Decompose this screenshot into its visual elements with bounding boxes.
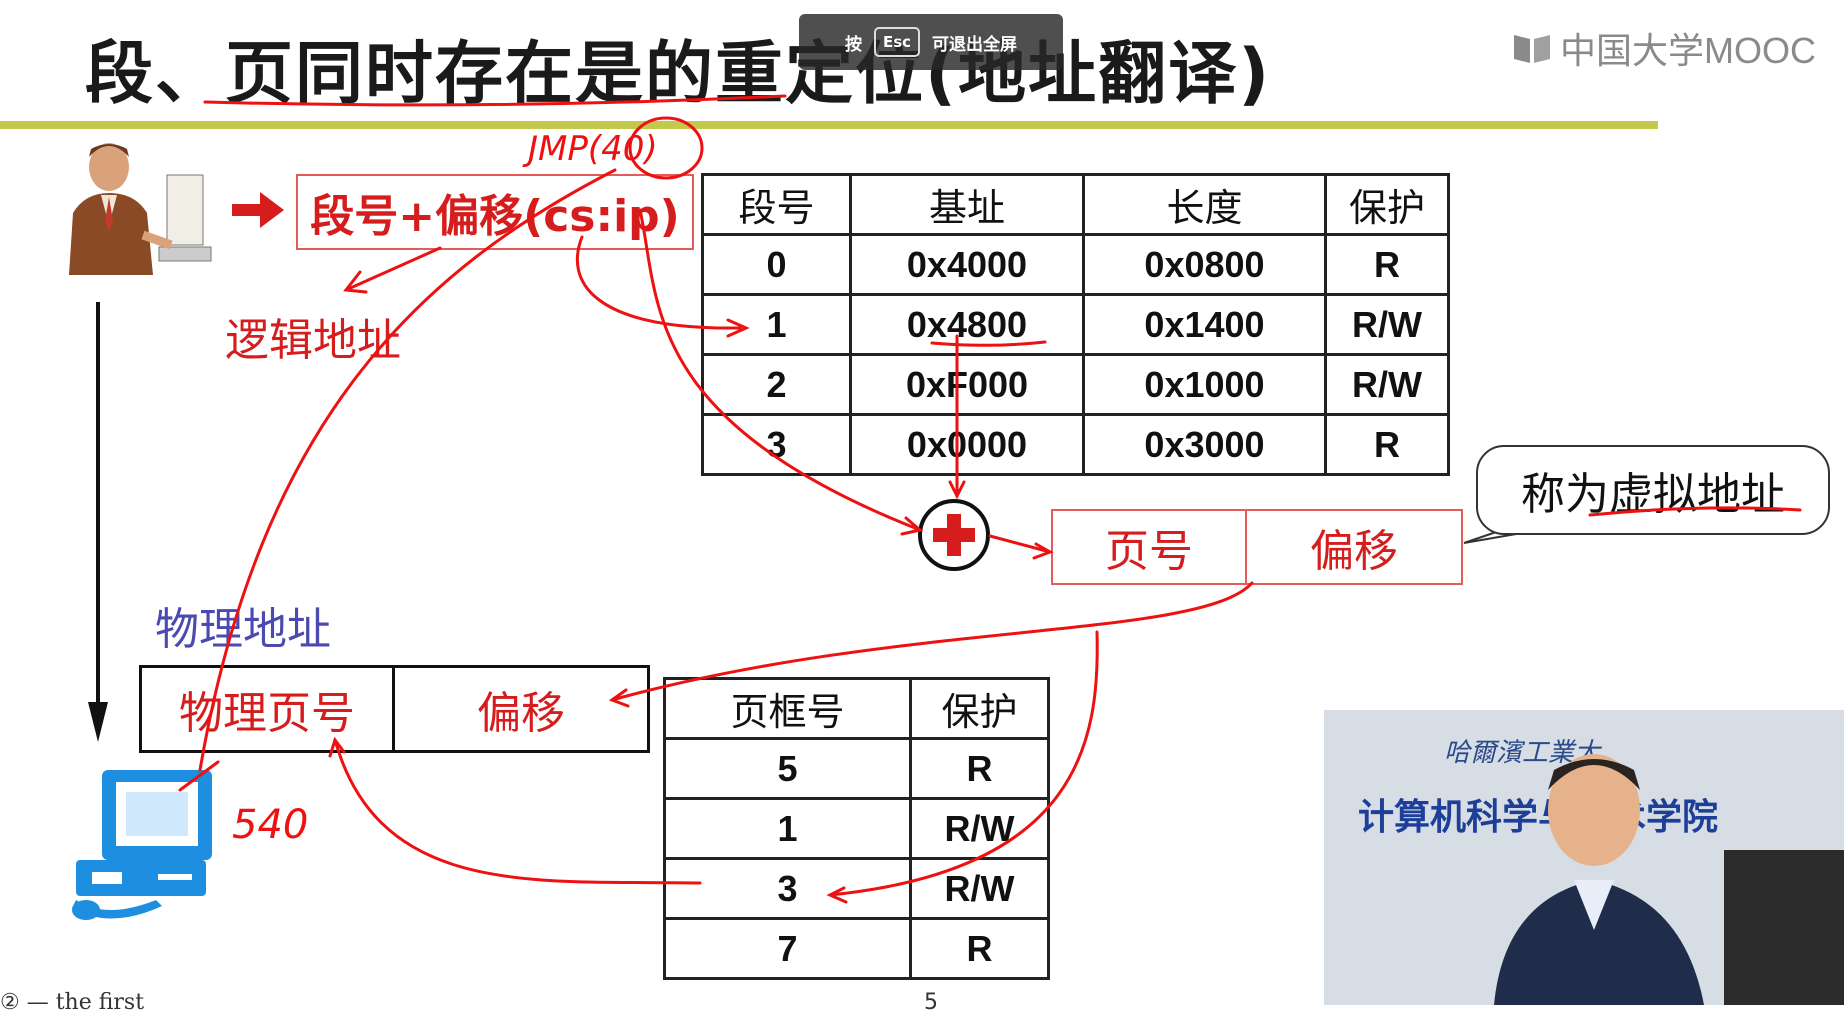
table-row: 1 0x4800 0x1400 R/W [701,293,1450,356]
lecturer-figure [1494,754,1844,1005]
brand-text: 中国大学MOOC [1560,30,1816,71]
physical-address-box: 物理页号 偏移 [139,665,650,753]
title-divider [0,121,1658,129]
table-cell: 1 [701,293,852,356]
annotation-result: 540 [232,802,308,848]
book-icon [1514,35,1550,63]
table-cell: 0x4000 [849,233,1085,296]
footer-text: ② — the first [0,990,145,1015]
table-cell: R [1324,413,1450,476]
computer-icon [72,770,212,920]
table-cell: 1 [663,797,912,860]
right-arrow-icon [232,192,284,228]
table-row: 3 R/W [663,857,1050,920]
esc-hint-prefix: 按 [844,34,862,55]
table-cell: R/W [1324,293,1450,356]
table-row: 5 R [663,737,1050,800]
table-cell: R/W [1324,353,1450,416]
down-arrow-icon [88,302,108,742]
physical-page-number: 物理页号 [142,668,395,750]
table-cell: R [909,917,1050,980]
physical-address-label: 物理地址 [155,604,331,655]
table-cell: 0x0800 [1082,233,1327,296]
page-header-protection: 保护 [909,677,1050,740]
table-cell: 5 [663,737,912,800]
segment-table: 段号 基址 长度 保护 0 0x4000 0x0800 R 1 0x4800 0… [701,173,1450,476]
virtual-address-callout: 称为虚拟地址 [1476,445,1830,535]
table-cell: 2 [701,353,852,416]
physical-offset: 偏移 [477,688,565,739]
segment-header-protection: 保护 [1324,173,1450,236]
programmer-icon [69,143,212,275]
table-cell: 0xF000 [849,353,1085,416]
table-row: 7 R [663,917,1050,980]
mooc-brand-logo: 中国大学MOOC [1510,26,1816,71]
virtual-page-number: 页号 [1053,511,1247,583]
table-cell: R [909,737,1050,800]
table-cell: R/W [909,797,1050,860]
lecturer-video: 哈爾濱工業大 计算机科学与技术学院 [1324,710,1844,1005]
table-cell: 0x0000 [849,413,1085,476]
table-row: 3 0x0000 0x3000 R [701,413,1450,476]
table-cell: 3 [701,413,852,476]
table-cell: R [1324,233,1450,296]
table-cell: 0x3000 [1082,413,1327,476]
esc-fullscreen-hint[interactable]: 按 Esc 可退出全屏 [799,14,1063,70]
virtual-offset: 偏移 [1310,526,1398,577]
segment-header-number: 段号 [701,173,852,236]
segment-header-length: 长度 [1082,173,1327,236]
table-row: 1 R/W [663,797,1050,860]
table-cell: 0 [701,233,852,296]
table-cell: 0x1400 [1082,293,1327,356]
virtual-address-box: 页号 偏移 [1051,509,1463,585]
table-row: 0 0x4000 0x0800 R [701,233,1450,296]
table-cell: 0x4800 [849,293,1085,356]
logical-address-box: 段号+偏移(cs:ip) [296,174,694,250]
esc-key: Esc [873,27,921,57]
logical-address-label: 逻辑地址 [225,315,401,366]
table-cell: R/W [909,857,1050,920]
adder-plus-icon [918,499,990,571]
table-cell: 3 [663,857,912,920]
segment-header-base: 基址 [849,173,1085,236]
table-cell: 7 [663,917,912,980]
slide-number: 5 [924,990,938,1015]
table-row: 2 0xF000 0x1000 R/W [701,353,1450,416]
table-cell: 0x1000 [1082,353,1327,416]
esc-hint-suffix: 可退出全屏 [932,34,1018,55]
page-header-frame: 页框号 [663,677,912,740]
page-table: 页框号 保护 5 R 1 R/W 3 R/W 7 R [663,677,1050,980]
slide-title: 段、页同时存在是的重定位(地址翻译) [85,35,1272,114]
annotation-jmp: JMP(40) [522,129,658,169]
